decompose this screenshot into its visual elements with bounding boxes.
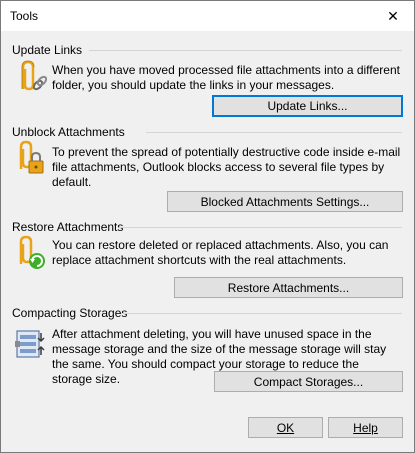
unblock-attachments-heading: Unblock Attachments — [12, 125, 125, 139]
paperclip-restore-icon — [19, 235, 45, 269]
update-links-description: When you have moved processed file attac… — [52, 63, 400, 92]
restore-attachments-heading: Restore Attachments — [12, 220, 124, 234]
restore-attachments-button[interactable]: Restore Attachments... — [174, 277, 403, 298]
dialog-title: Tools — [10, 9, 39, 23]
blocked-attachments-settings-button[interactable]: Blocked Attachments Settings... — [167, 191, 403, 212]
compact-storages-button[interactable]: Compact Storages... — [214, 371, 403, 392]
compacting-storages-heading: Compacting Storages — [12, 306, 128, 320]
tools-dialog: Tools ✕ Update Links When you have moved… — [0, 0, 415, 453]
ok-button[interactable]: OK — [248, 417, 323, 438]
compress-storage-icon — [15, 330, 45, 358]
section-divider — [89, 50, 402, 51]
paperclip-links-icon — [21, 60, 47, 91]
unblock-attachments-description: To prevent the spread of potentially des… — [52, 145, 401, 189]
restore-attachments-description: You can restore deleted or replaced atta… — [52, 238, 389, 267]
update-links-heading: Update Links — [12, 43, 83, 57]
section-divider — [121, 313, 402, 314]
section-divider — [146, 132, 402, 133]
update-links-button[interactable]: Update Links... — [212, 95, 403, 117]
ok-button-label: OK — [276, 420, 295, 435]
help-button[interactable]: Help — [328, 417, 403, 438]
help-button-label: Help — [353, 420, 378, 435]
paperclip-lock-icon — [19, 140, 44, 174]
section-divider — [119, 227, 402, 228]
close-icon: ✕ — [387, 7, 399, 24]
title-bar: Tools ✕ — [1, 1, 414, 31]
close-button[interactable]: ✕ — [372, 1, 414, 31]
